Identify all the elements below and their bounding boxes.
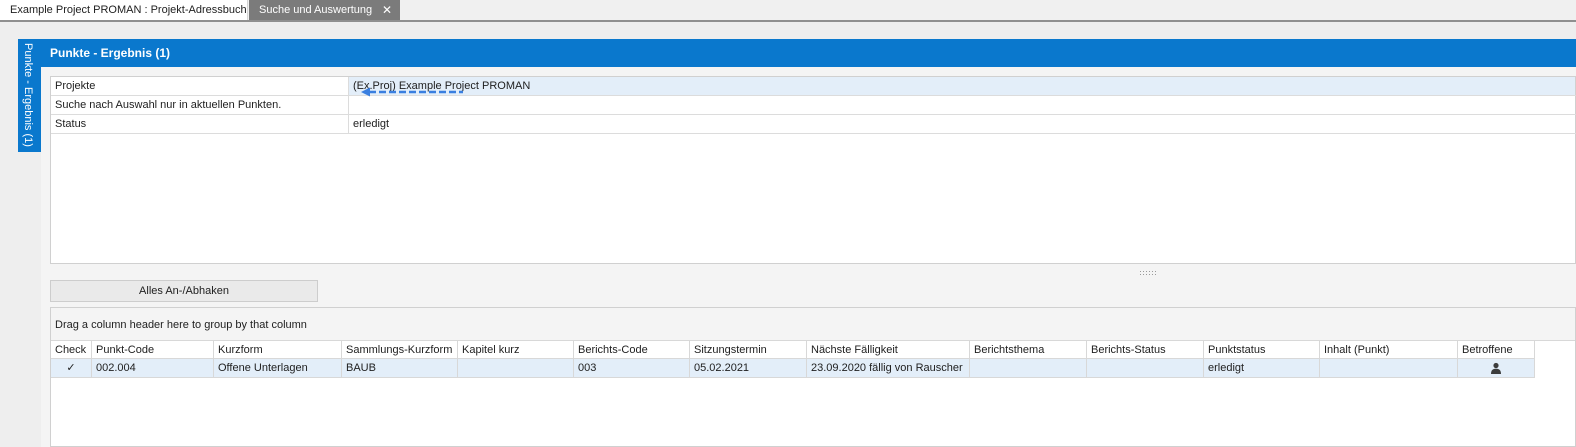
column-header-inhalt-punkt[interactable]: Inhalt (Punkt) [1320, 341, 1458, 359]
cell-punkt-code: 002.004 [92, 359, 214, 378]
cell-sitzungstermin: 05.02.2021 [690, 359, 807, 378]
property-grid: Projekte (Ex.Proj) Example Project PROMA… [50, 76, 1576, 264]
property-name: Projekte [51, 77, 349, 95]
column-header-kapitel-kurz[interactable]: Kapitel kurz [458, 341, 574, 359]
property-row-status[interactable]: Status erledigt [51, 115, 1576, 134]
grid-column-header-row: Check Punkt-Code Kurzform Sammlungs-Kurz… [51, 341, 1575, 359]
cell-kurzform: Offene Unterlagen [214, 359, 342, 378]
property-row-suche[interactable]: Suche nach Auswahl nur in aktuellen Punk… [51, 96, 1576, 115]
cell-kapitel-kurz [458, 359, 574, 378]
column-header-kurzform[interactable]: Kurzform [214, 341, 342, 359]
tab-suche-und-auswertung[interactable]: Suche und Auswertung ✕ [249, 0, 400, 20]
column-header-betroffene[interactable]: Betroffene [1458, 341, 1535, 359]
cell-berichts-status [1087, 359, 1204, 378]
property-value[interactable]: (Ex.Proj) Example Project PROMAN [349, 77, 1575, 95]
splitter-grip-icon[interactable] [1139, 270, 1159, 276]
dock-tab-label: Punkte - Ergebnis (1) [22, 43, 34, 147]
cell-naechste-faelligkeit: 23.09.2020 fällig von Rauscher [807, 359, 970, 378]
results-panel: Punkte - Ergebnis (1) Projekte (Ex.Proj)… [41, 39, 1576, 447]
column-header-punkt-code[interactable]: Punkt-Code [92, 341, 214, 359]
dock-tab-punkte-ergebnis[interactable]: Punkte - Ergebnis (1) [18, 39, 41, 152]
tab-projekt-adressbuch[interactable]: Example Project PROMAN : Projekt-Adressb… [0, 0, 248, 20]
results-grid: Drag a column header here to group by th… [50, 307, 1576, 447]
column-header-sitzungstermin[interactable]: Sitzungstermin [690, 341, 807, 359]
column-header-berichtsthema[interactable]: Berichtsthema [970, 341, 1087, 359]
column-header-punktstatus[interactable]: Punktstatus [1204, 341, 1320, 359]
cell-sammlungs-kurzform: BAUB [342, 359, 458, 378]
column-header-sammlungs-kurzform[interactable]: Sammlungs-Kurzform [342, 341, 458, 359]
table-row[interactable]: ✓ 002.004 Offene Unterlagen BAUB 003 05.… [51, 359, 1535, 378]
cell-berichts-code: 003 [574, 359, 690, 378]
annotation-arrow-icon [361, 87, 463, 97]
column-header-naechste-faelligkeit[interactable]: Nächste Fälligkeit [807, 341, 970, 359]
cell-betroffene[interactable] [1458, 359, 1535, 378]
cell-berichtsthema [970, 359, 1087, 378]
property-name: Suche nach Auswahl nur in aktuellen Punk… [51, 96, 349, 114]
check-all-button[interactable]: Alles An-/Abhaken [50, 280, 318, 302]
row-checkbox[interactable]: ✓ [51, 359, 92, 378]
document-tab-strip: Example Project PROMAN : Projekt-Adressb… [0, 0, 1576, 20]
close-icon[interactable]: ✕ [382, 0, 392, 20]
column-header-berichts-code[interactable]: Berichts-Code [574, 341, 690, 359]
property-name: Status [51, 115, 349, 133]
property-value[interactable] [349, 96, 1575, 114]
cell-punktstatus: erledigt [1204, 359, 1320, 378]
cell-inhalt-punkt [1320, 359, 1458, 378]
column-header-check[interactable]: Check [51, 341, 92, 359]
property-value[interactable]: erledigt [349, 115, 1575, 133]
tab-label: Suche und Auswertung [259, 4, 373, 16]
group-by-panel[interactable]: Drag a column header here to group by th… [51, 308, 1575, 341]
column-header-berichts-status[interactable]: Berichts-Status [1087, 341, 1204, 359]
property-row-projekte[interactable]: Projekte (Ex.Proj) Example Project PROMA… [51, 77, 1576, 96]
panel-title: Punkte - Ergebnis (1) [41, 39, 1576, 67]
person-icon[interactable] [1490, 362, 1502, 375]
